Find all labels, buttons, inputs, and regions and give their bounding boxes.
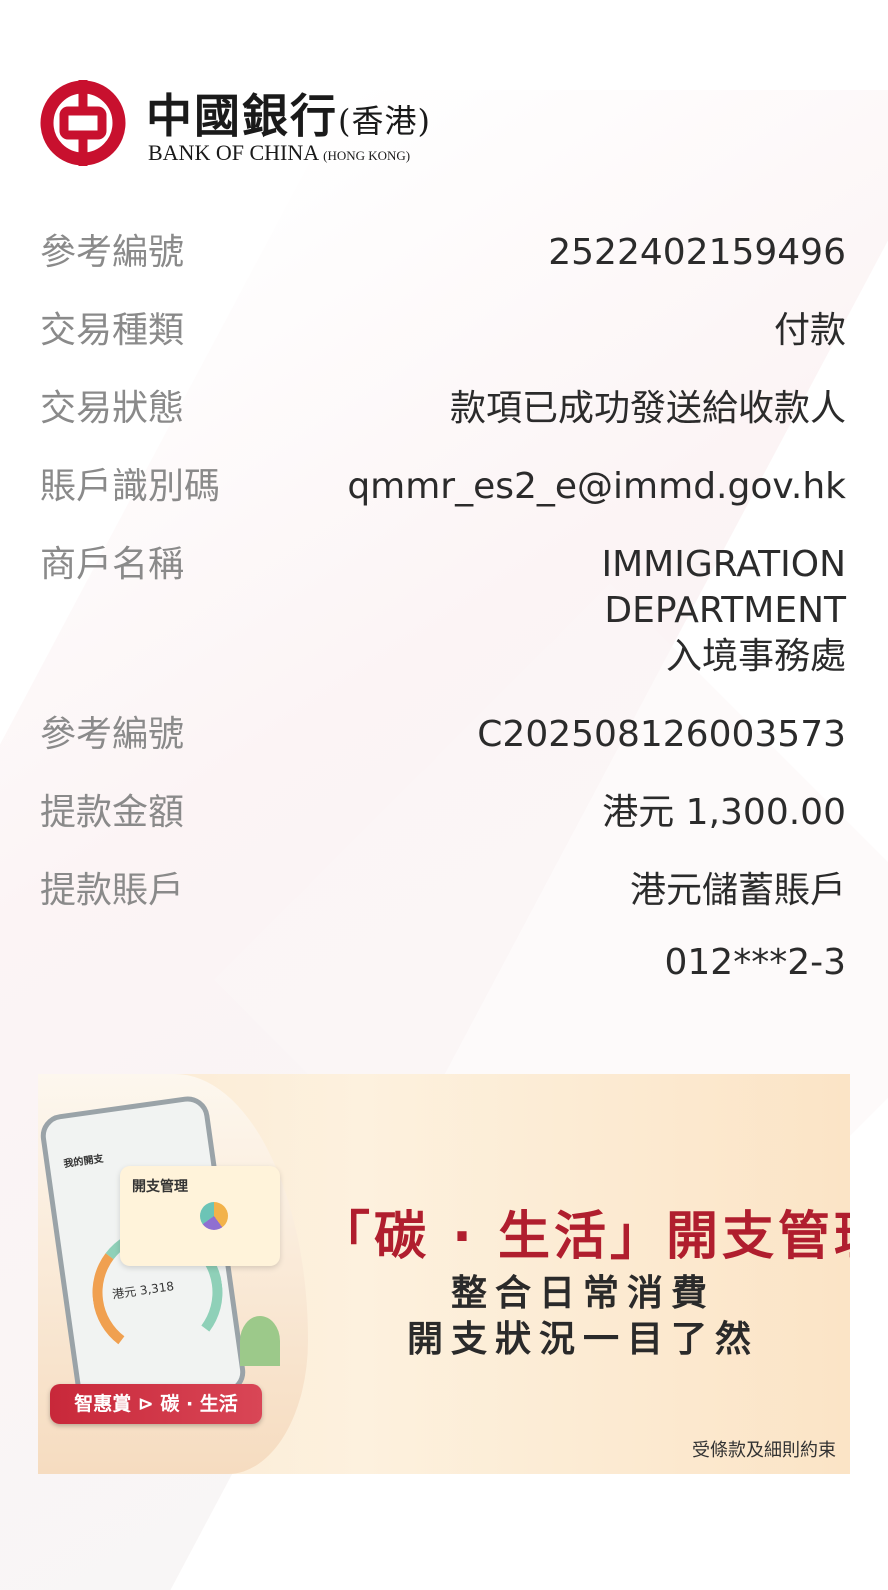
bank-header: 中國銀行(香港) BANK OF CHINA (HONG KONG) — [40, 78, 460, 168]
banner-tag: 智惠賞 ⊳ 碳 · 生活 — [50, 1384, 262, 1424]
bank-of-china-logo-icon — [40, 80, 126, 166]
detail-value: C202508126003573 — [477, 714, 846, 755]
detail-row-type: 交易種類 付款 — [40, 308, 846, 354]
detail-row-account-id: 賬戶識別碼 qmmr_es2_e@immd.gov.hk — [40, 464, 846, 510]
detail-row-reference-2: 參考編號 C202508126003573 — [40, 712, 846, 758]
detail-value: 港元 1,300.00 — [602, 792, 846, 833]
banner-title: 「碳 · 生活」開支管理 — [318, 1207, 850, 1267]
brand-name-chinese: 中國銀行(香港) — [146, 89, 431, 143]
detail-value: 付款 — [773, 310, 846, 351]
merchant-name-line: DEPARTMENT — [604, 590, 846, 631]
phone-title: 我的開支 — [63, 1153, 105, 1171]
expense-card-illustration: 開支管理 — [120, 1166, 280, 1366]
banner-terms-note: 受條款及細則約束 — [692, 1440, 836, 1461]
detail-label: 參考編號 — [40, 714, 185, 755]
merchant-name-line: IMMIGRATION — [601, 544, 846, 585]
banner-subtitle-2: 開支狀況一目了然 — [406, 1319, 759, 1360]
detail-row-account: 提款賬戶 港元儲蓄賬戶 — [40, 868, 846, 914]
detail-label: 商戶名稱 — [40, 544, 185, 585]
plant-icon — [240, 1316, 280, 1366]
detail-label: 參考編號 — [40, 232, 185, 273]
detail-value: qmmr_es2_e@immd.gov.hk — [347, 466, 846, 507]
detail-label: 提款賬戶 — [40, 870, 185, 911]
detail-value: 款項已成功發送給收款人 — [449, 388, 846, 429]
detail-value: 2522402159496 — [548, 232, 846, 273]
merchant-name-line: 入境事務處 — [665, 636, 846, 677]
detail-label: 交易種類 — [40, 310, 185, 351]
brand-name-english: BANK OF CHINA (HONG KONG) — [148, 140, 411, 165]
detail-value: IMMIGRATION DEPARTMENT 入境事務處 — [601, 542, 846, 680]
promo-banner[interactable]: 我的開支 港元 3,318 開支管理 智惠賞 ⊳ 碳 · 生活 「碳 · 生活」… — [38, 1074, 850, 1474]
detail-label: 交易狀態 — [40, 388, 185, 429]
banner-subtitle-1: 整合日常消費 — [450, 1273, 715, 1314]
detail-row-status: 交易狀態 款項已成功發送給收款人 — [40, 386, 846, 432]
account-number: 012***2-3 — [664, 942, 846, 983]
detail-label: 賬戶識別碼 — [40, 466, 221, 507]
detail-label: 提款金額 — [40, 792, 185, 833]
detail-value: 港元儲蓄賬戶 — [629, 870, 846, 911]
transaction-details: 參考編號 2522402159496 交易種類 付款 交易狀態 款項已成功發送給… — [40, 230, 846, 983]
detail-row-merchant: 商戶名稱 IMMIGRATION DEPARTMENT 入境事務處 — [40, 542, 846, 680]
detail-row-reference: 參考編號 2522402159496 — [40, 230, 846, 276]
card-title: 開支管理 — [132, 1179, 188, 1195]
detail-row-amount: 提款金額 港元 1,300.00 — [40, 790, 846, 836]
pie-chart-icon — [200, 1202, 228, 1230]
